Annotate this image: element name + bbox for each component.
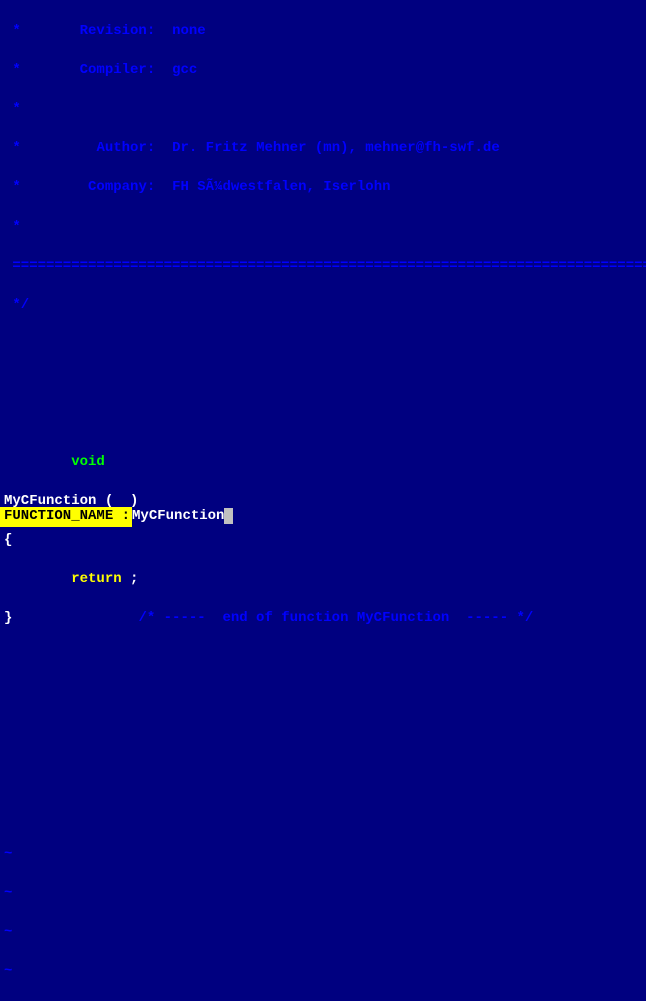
prompt-input[interactable]: MyCFunction	[132, 507, 233, 527]
code-line: return ;	[4, 570, 646, 590]
code-editor[interactable]: * Revision: none * Compiler: gcc * * Aut…	[0, 0, 646, 1001]
blank-line	[4, 766, 646, 786]
comment-line: *	[4, 218, 646, 238]
comment-line: *	[4, 100, 646, 120]
comment-line: * Company: FH SÃ¼dwestfalen, Iserlohn	[4, 178, 646, 198]
comment-line: * Revision: none	[4, 22, 646, 42]
trailing-comment: /* ----- end of function MyCFunction ---…	[138, 610, 533, 626]
comment-line: * Author: Dr. Fritz Mehner (mn), mehner@…	[4, 139, 646, 159]
empty-line-marker: ~	[4, 845, 646, 865]
prompt-label: FUNCTION_NAME :	[0, 507, 132, 527]
open-brace: {	[4, 531, 646, 551]
blank-line	[4, 805, 646, 825]
blank-line	[4, 413, 646, 433]
keyword-return: return	[71, 571, 121, 587]
blank-line	[4, 374, 646, 394]
blank-line	[4, 649, 646, 669]
comment-line: * Compiler: gcc	[4, 61, 646, 81]
empty-line-marker: ~	[4, 884, 646, 904]
code-line: void	[4, 453, 646, 473]
comment-end: */	[4, 296, 646, 316]
empty-line-marker: ~	[4, 962, 646, 982]
code-line: } /* ----- end of function MyCFunction -…	[4, 609, 646, 629]
cursor	[224, 508, 233, 524]
keyword-void: void	[71, 454, 105, 470]
blank-line	[4, 688, 646, 708]
blank-line	[4, 727, 646, 747]
empty-line-marker: ~	[4, 923, 646, 943]
command-line[interactable]: FUNCTION_NAME : MyCFunction	[0, 507, 646, 527]
comment-separator: ========================================…	[4, 257, 646, 277]
blank-line	[4, 335, 646, 355]
